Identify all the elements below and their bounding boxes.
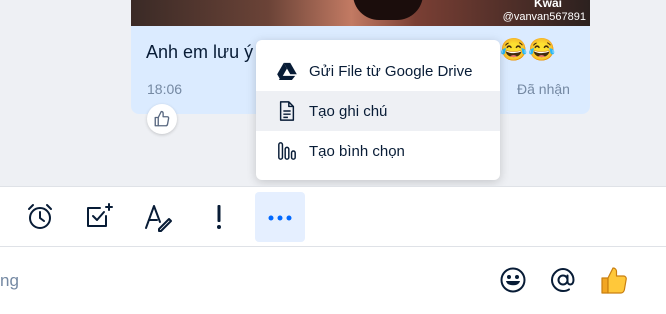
menu-item-label: Gửi File từ Google Drive — [309, 62, 473, 80]
google-drive-icon — [276, 60, 298, 82]
smiley-icon — [500, 267, 526, 293]
menu-item-label: Tạo bình chọn — [309, 142, 405, 160]
task-check-icon — [87, 203, 113, 227]
video-frame — [353, 0, 423, 20]
mark-important-button[interactable] — [194, 192, 244, 242]
mention-button[interactable] — [546, 263, 580, 297]
text-format-button[interactable] — [133, 192, 183, 242]
menu-item-google-drive[interactable]: Gửi File từ Google Drive — [256, 51, 500, 91]
note-icon — [276, 100, 298, 122]
at-sign-icon — [550, 267, 575, 293]
more-icon — [268, 215, 292, 221]
thumbs-up-outline-icon — [154, 110, 170, 127]
exclamation-icon — [217, 205, 221, 229]
more-actions-menu: Gửi File từ Google Drive Tạo ghi chú Tạo… — [256, 40, 500, 180]
message-input-bar — [0, 246, 666, 314]
quick-like-button[interactable] — [597, 263, 631, 297]
reminder-button[interactable] — [15, 192, 65, 242]
menu-item-create-note[interactable]: Tạo ghi chú — [256, 91, 500, 131]
watermark-logo: Kwai — [533, 0, 562, 10]
video-thumbnail[interactable]: Kwai @vanvan567891 — [131, 0, 590, 26]
watermark-handle: @vanvan567891 — [502, 11, 586, 23]
message-time: 18:06 — [147, 81, 183, 97]
more-button[interactable] — [255, 192, 305, 242]
react-like-button[interactable] — [147, 104, 177, 134]
emoji-button[interactable] — [496, 263, 530, 297]
message-status: Đã nhận — [517, 81, 570, 97]
menu-item-create-poll[interactable]: Tạo bình chọn — [256, 131, 500, 171]
text-format-icon — [145, 205, 172, 232]
message-text: Anh em lưu ý — [146, 42, 254, 62]
message-emojis: 😂😂 — [500, 37, 557, 62]
composer-toolbar — [0, 186, 666, 246]
message-input[interactable] — [0, 247, 480, 314]
thumbs-up-icon — [601, 267, 627, 294]
poll-icon — [276, 140, 298, 162]
alarm-clock-icon — [28, 204, 52, 229]
assign-task-button[interactable] — [74, 192, 124, 242]
menu-item-label: Tạo ghi chú — [309, 102, 388, 120]
